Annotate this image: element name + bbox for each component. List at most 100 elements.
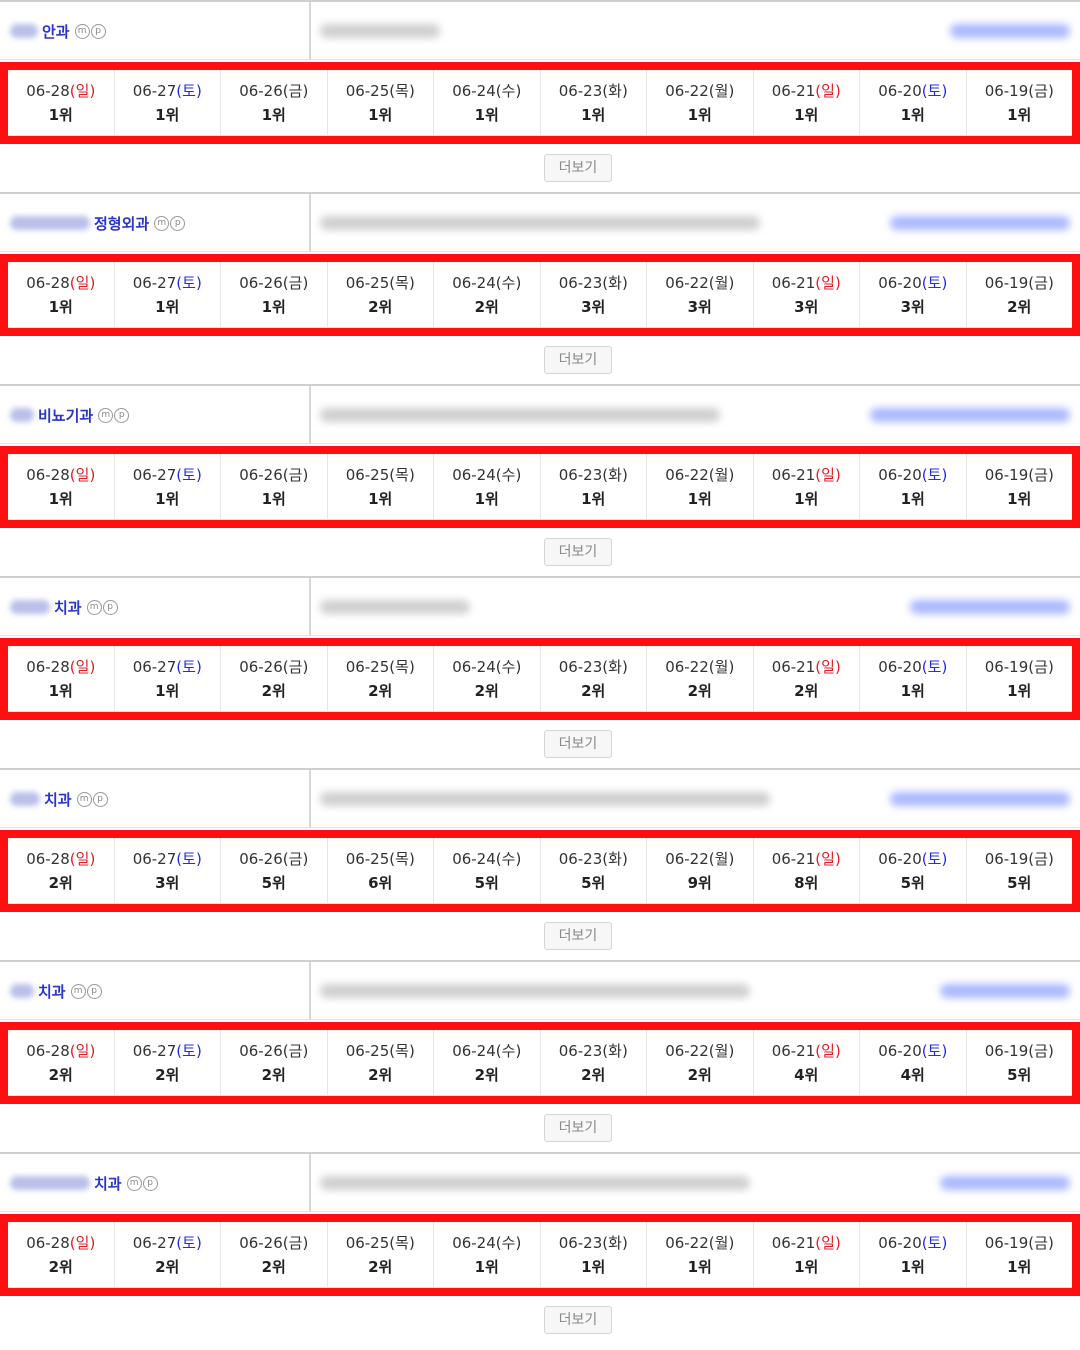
weekday-close-paren: ) (408, 1042, 415, 1060)
redacted-url (320, 984, 750, 998)
rank-value: 1위 (1007, 1258, 1032, 1276)
date-value: 06-21 (771, 466, 816, 484)
rank-value: 3위 (581, 298, 606, 316)
date-label: 06-22(월) (665, 272, 734, 293)
rank-value: 1위 (581, 106, 606, 124)
rank-value: 1위 (900, 682, 925, 700)
date-value: 06-27 (132, 82, 177, 100)
weekday-close-paren: ) (728, 1234, 735, 1252)
weekday-close-paren: ) (515, 1042, 522, 1060)
rank-day-cell: 06-25(목) 6위 (327, 838, 434, 904)
more-button[interactable]: 더보기 (544, 538, 612, 566)
pc-icon: p (92, 791, 108, 807)
weekday-close-paren: ) (302, 850, 309, 868)
mobile-icon: m (74, 23, 90, 39)
clinic-category[interactable]: 치과 (94, 1173, 122, 1194)
more-button[interactable]: 더보기 (544, 1306, 612, 1334)
weekday-value: 화 (608, 1042, 622, 1060)
clinic-category[interactable]: 치과 (38, 981, 66, 1002)
rank-value: 1위 (261, 298, 286, 316)
clinic-category[interactable]: 치과 (44, 789, 72, 810)
date-value: 06-20 (878, 82, 922, 100)
redacted-url (320, 24, 440, 38)
date-label: 06-23(화) (559, 1040, 628, 1061)
rank-value: 1위 (48, 106, 73, 124)
date-label: 06-19(금) (985, 848, 1054, 869)
rank-value: 2위 (368, 298, 393, 316)
weekday-close-paren: ) (1047, 658, 1054, 676)
rank-day-cell: 06-24(수) 2위 (434, 646, 541, 712)
weekday-value: 월 (714, 82, 729, 100)
weekday-close-paren: ) (1047, 274, 1054, 292)
rank-value: 5위 (261, 874, 286, 892)
date-value: 06-25 (345, 850, 390, 868)
date-label: 06-24(수) (452, 1040, 521, 1061)
more-button[interactable]: 더보기 (544, 922, 612, 950)
weekday-value: 수 (501, 1234, 516, 1252)
date-label: 06-25(목) (346, 1040, 415, 1061)
more-button[interactable]: 더보기 (544, 730, 612, 758)
more-button[interactable]: 더보기 (544, 1114, 612, 1142)
clinic-name-cell: 비뇨기과 m p (10, 386, 130, 444)
clinic-category[interactable]: 치과 (54, 597, 82, 618)
weekday-value: 수 (501, 1042, 516, 1060)
rank-history-box: 06-28(일) 1위 06-27(토) 1위 06-26(금) 1위 06-25(목) 1위… (0, 62, 1080, 144)
rank-value: 1위 (900, 1258, 925, 1276)
rank-day-cell: 06-28(일) 1위 (8, 646, 115, 712)
weekday-close-paren: ) (302, 466, 309, 484)
rank-day-cell: 06-25(목) 2위 (327, 1030, 434, 1096)
rank-value: 1위 (794, 1258, 819, 1276)
date-value: 06-28 (26, 1042, 70, 1060)
rank-day-cell: 06-21(일) 3위 (753, 262, 860, 328)
rank-day-cell: 06-21(일) 1위 (753, 454, 860, 520)
rank-value: 1위 (368, 106, 393, 124)
date-value: 06-20 (878, 1042, 922, 1060)
more-button[interactable]: 더보기 (544, 154, 612, 182)
rank-value: 2위 (474, 1066, 499, 1084)
weekday-value: 금 (1034, 1042, 1048, 1060)
clinic-category[interactable]: 정형외과 (94, 213, 149, 234)
date-label: 06-22(월) (665, 1232, 734, 1253)
date-label: 06-25(목) (346, 80, 415, 101)
date-value: 06-25 (345, 1234, 390, 1252)
rank-value: 1위 (687, 1258, 712, 1276)
weekday-value: 금 (288, 850, 303, 868)
weekday-value: 일 (75, 1234, 90, 1252)
mobile-pc-icon: mp (74, 23, 106, 39)
weekday-close-paren: ) (195, 274, 202, 292)
rank-day-cell: 06-26(금) 2위 (221, 1222, 328, 1288)
mobile-icon: m (126, 1175, 142, 1191)
clinic-category[interactable]: 비뇨기과 (38, 405, 93, 426)
rank-day-cell: 06-19(금) 1위 (966, 646, 1072, 712)
rank-value: 1위 (1007, 490, 1032, 508)
weekday-value: 금 (288, 1042, 303, 1060)
rank-day-cell: 06-21(일) 2위 (753, 646, 860, 712)
more-row: 더보기 (0, 912, 1080, 958)
weekday-close-paren: ) (195, 82, 202, 100)
rank-value: 4위 (794, 1066, 819, 1084)
date-label: 06-20(토) (878, 272, 947, 293)
weekday-close-paren: ) (408, 658, 415, 676)
more-row: 더보기 (0, 720, 1080, 766)
weekday-value: 금 (1034, 82, 1048, 100)
clinic-category[interactable]: 안과 (42, 21, 70, 42)
rank-value: 2위 (48, 1066, 73, 1084)
weekday-close-paren: ) (195, 850, 202, 868)
weekday-close-paren: ) (1047, 1234, 1054, 1252)
date-label: 06-25(목) (346, 1232, 415, 1253)
rank-history-box: 06-28(일) 2위 06-27(토) 2위 06-26(금) 2위 06-25(목) 2위… (0, 1022, 1080, 1104)
rank-value: 5위 (900, 874, 925, 892)
weekday-close-paren: ) (728, 82, 735, 100)
more-button[interactable]: 더보기 (544, 346, 612, 374)
mobile-pc-icon: mp (70, 983, 102, 999)
date-label: 06-23(화) (559, 848, 628, 869)
weekday-close-paren: ) (834, 466, 841, 484)
date-label: 06-24(수) (452, 656, 521, 677)
date-value: 06-20 (878, 1234, 922, 1252)
date-label: 06-19(금) (985, 1232, 1054, 1253)
rank-day-cell: 06-20(토) 4위 (860, 1030, 967, 1096)
rank-day-cell: 06-22(월) 2위 (647, 646, 754, 712)
weekday-value: 수 (501, 466, 516, 484)
weekday-value: 금 (288, 658, 303, 676)
rank-value: 1위 (581, 1258, 606, 1276)
